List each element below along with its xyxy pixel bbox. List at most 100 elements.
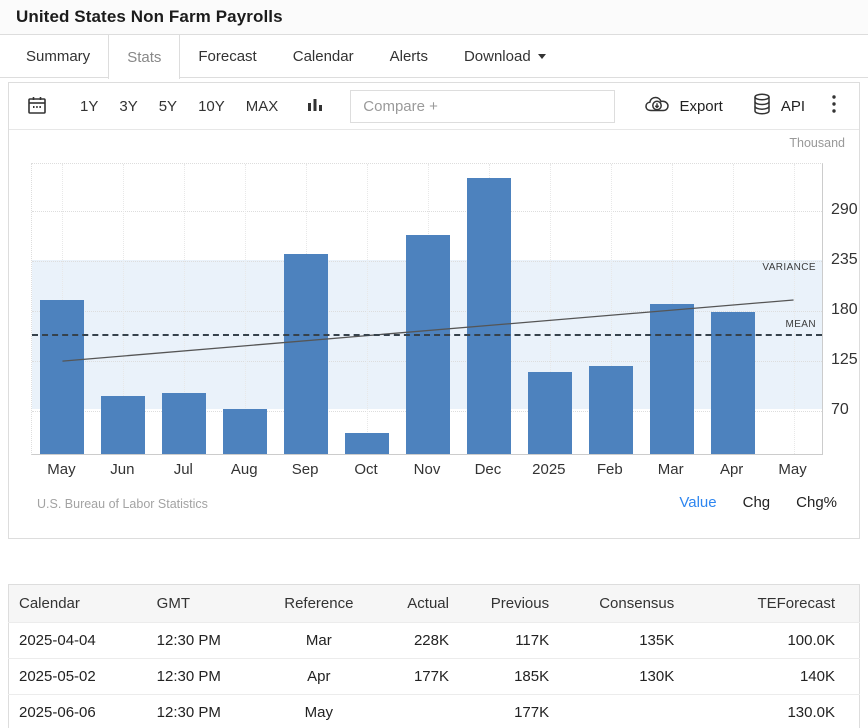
table-cell: 130.0K (684, 695, 859, 728)
tab-label: Stats (127, 49, 161, 66)
bar-jul[interactable] (162, 393, 206, 454)
table-row[interactable]: 2025-05-0212:30 PMApr177K185K130K140K (9, 659, 860, 695)
kebab-icon (831, 93, 845, 119)
series-link-chgpct[interactable]: Chg% (796, 494, 837, 511)
chevron-down-icon (538, 54, 546, 59)
y-tick-label: 235 (831, 251, 858, 269)
cloud-download-icon (643, 93, 679, 119)
range-button-5y[interactable]: 5Y (158, 96, 178, 117)
chart-toolbar: 1Y 3Y 5Y 10Y MAX Export (9, 83, 859, 130)
table-header-row: CalendarGMTReferenceActualPreviousConsen… (9, 585, 860, 623)
chart-card: 1Y 3Y 5Y 10Y MAX Export (8, 82, 860, 539)
x-tick-label: Mar (641, 461, 701, 478)
x-tick-label: May (31, 461, 91, 478)
bar-chart-icon (305, 94, 325, 119)
tab-label: Calendar (293, 48, 354, 65)
table-cell: 117K (459, 623, 559, 659)
bar-feb[interactable] (589, 366, 633, 454)
table-cell: 2025-05-02 (9, 659, 149, 695)
x-tick-label: Nov (397, 461, 457, 478)
tab-download[interactable]: Download (446, 35, 564, 77)
mean-label: MEAN (786, 319, 817, 330)
compare-input[interactable] (350, 90, 615, 123)
range-button-max[interactable]: MAX (245, 96, 280, 117)
bar-2025[interactable] (528, 372, 572, 454)
table-cell: Mar (269, 623, 369, 659)
table-cell: 185K (459, 659, 559, 695)
page-title: United States Non Farm Payrolls (16, 7, 283, 27)
tab-label: Download (464, 48, 531, 65)
source-credit: U.S. Bureau of Labor Statistics (37, 497, 208, 511)
tab-stats[interactable]: Stats (108, 35, 180, 79)
calendar-table: CalendarGMTReferenceActualPreviousConsen… (8, 584, 860, 728)
series-link-chg[interactable]: Chg (743, 494, 771, 511)
x-tick-label: 2025 (519, 461, 579, 478)
bar-nov[interactable] (406, 235, 450, 454)
x-tick-label: Oct (336, 461, 396, 478)
variance-label: VARIANCE (762, 262, 816, 273)
column-header-actual: Actual (369, 585, 459, 623)
table-cell: 2025-04-04 (9, 623, 149, 659)
tab-label: Summary (26, 48, 90, 65)
more-options-button[interactable] (831, 93, 845, 119)
gridline-y (32, 211, 822, 212)
x-tick-label: Aug (214, 461, 274, 478)
table-row[interactable]: 2025-06-0612:30 PMMay177K130.0K (9, 695, 860, 728)
x-tick-label: May (763, 461, 823, 478)
axis-unit-label: Thousand (789, 136, 845, 150)
range-button-3y[interactable]: 3Y (118, 96, 138, 117)
table-cell: 12:30 PM (149, 695, 269, 728)
column-header-previous: Previous (459, 585, 559, 623)
table-cell: 177K (369, 659, 459, 695)
database-icon (751, 92, 781, 120)
column-header-calendar: Calendar (9, 585, 149, 623)
column-header-gmt: GMT (149, 585, 269, 623)
tab-forecast[interactable]: Forecast (180, 35, 274, 77)
column-header-consensus: Consensus (559, 585, 684, 623)
table-cell: May (269, 695, 369, 728)
table-cell: 135K (559, 623, 684, 659)
column-header-reference: Reference (269, 585, 369, 623)
range-buttons: 1Y 3Y 5Y 10Y MAX (79, 96, 298, 117)
api-label: API (781, 98, 805, 115)
tab-bar: Summary Stats Forecast Calendar Alerts Downlo… (0, 35, 868, 78)
bar-aug[interactable] (223, 409, 267, 454)
series-link-value[interactable]: Value (679, 494, 716, 511)
series-toggle-links: Value Chg Chg% (653, 494, 837, 511)
x-tick-label: Dec (458, 461, 518, 478)
table-cell: 177K (459, 695, 559, 728)
x-tick-label: Jun (92, 461, 152, 478)
chart-type-button[interactable] (305, 94, 325, 119)
tab-summary[interactable]: Summary (8, 35, 108, 77)
bar-oct[interactable] (345, 433, 389, 454)
tab-calendar[interactable]: Calendar (275, 35, 372, 77)
table-cell (369, 695, 459, 728)
export-label: Export (679, 98, 722, 115)
x-tick-label: Feb (580, 461, 640, 478)
tab-alerts[interactable]: Alerts (372, 35, 446, 77)
table-cell: 12:30 PM (149, 659, 269, 695)
bar-dec[interactable] (467, 178, 511, 454)
table-cell: 140K (684, 659, 859, 695)
chart-area: Thousand VARIANCEMEAN 70125180235290 May… (9, 130, 859, 538)
table-cell: 12:30 PM (149, 623, 269, 659)
table-row[interactable]: 2025-04-0412:30 PMMar228K117K135K100.0K (9, 623, 860, 659)
range-button-1y[interactable]: 1Y (79, 96, 99, 117)
range-button-10y[interactable]: 10Y (197, 96, 226, 117)
table-cell (559, 695, 684, 728)
x-tick-label: Apr (702, 461, 762, 478)
y-tick-label: 125 (831, 351, 858, 369)
table-cell: 100.0K (684, 623, 859, 659)
tab-label: Alerts (390, 48, 428, 65)
x-tick-label: Jul (153, 461, 213, 478)
bar-jun[interactable] (101, 396, 145, 454)
bar-sep[interactable] (284, 254, 328, 454)
tab-label: Forecast (198, 48, 256, 65)
calendar-button[interactable] (25, 93, 49, 120)
bar-may[interactable] (40, 300, 84, 454)
export-button[interactable]: Export (643, 93, 722, 119)
bar-mar[interactable] (650, 304, 694, 454)
table-cell: 130K (559, 659, 684, 695)
api-button[interactable]: API (751, 92, 805, 120)
page-header: United States Non Farm Payrolls (0, 0, 868, 35)
